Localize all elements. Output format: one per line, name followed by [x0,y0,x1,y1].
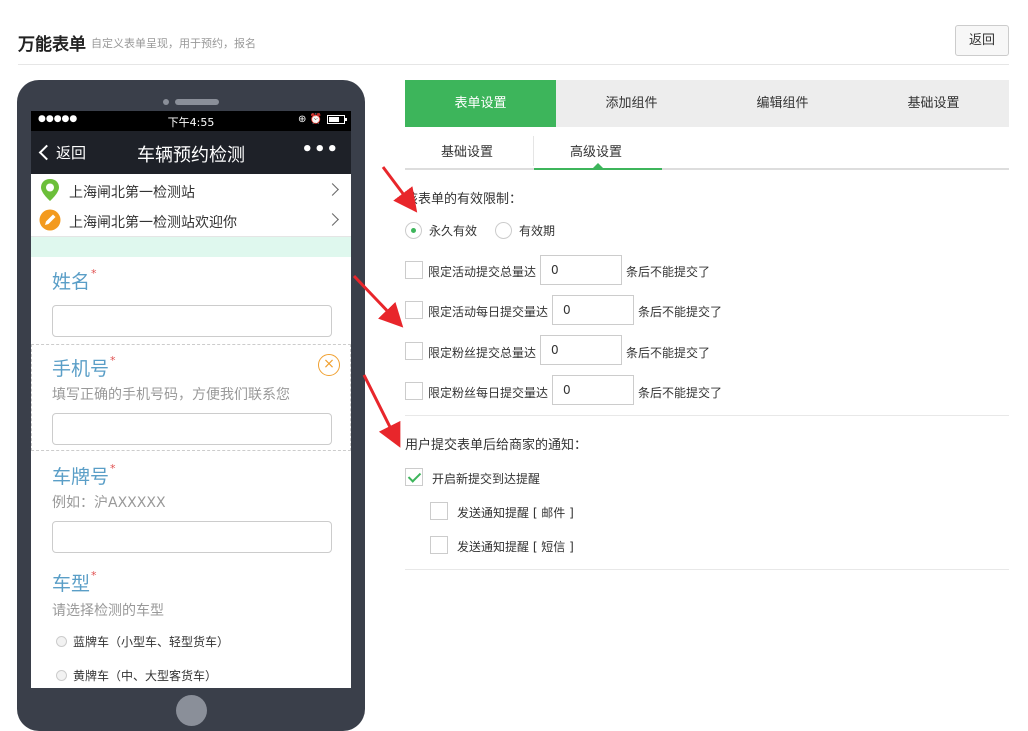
validity-label: 该表单的有效限制： [405,192,523,207]
radio-checked-icon [405,222,422,239]
limit-fan-daily-checkbox[interactable] [405,382,423,400]
back-button[interactable]: 返回 [955,25,1009,56]
main-tabs: 表单设置 添加组件 编辑组件 基础设置 [405,80,1009,127]
tab-form-settings[interactable]: 表单设置 [405,80,556,127]
subtab-divider [533,136,534,166]
limit-daily-label: 限定活动每日提交量达 [428,305,549,319]
header-divider [18,64,1009,65]
notify-main-checkbox[interactable] [405,468,423,486]
phone-speaker [175,99,219,105]
phone-hint: 填写正确的手机号码，方便我们联系您 [52,387,290,403]
phone-nav-bar: 返回 车辆预约检测 ••• [31,131,351,174]
radio-icon [56,670,67,681]
phone-home-button [176,695,207,726]
chevron-right-icon [326,183,339,196]
limit-fan-daily-suffix: 条后不能提交了 [638,386,723,400]
limit-total-label: 限定活动提交总量达 [428,265,537,279]
more-icon[interactable]: ••• [301,139,339,160]
pencil-icon [39,209,61,231]
limit-total-input[interactable] [540,255,622,285]
limit-fan-total-checkbox[interactable] [405,342,423,360]
limit-total-checkbox[interactable] [405,261,423,279]
limit-daily-suffix: 条后不能提交了 [638,305,723,319]
location-pin-icon [41,179,59,201]
notify-email-checkbox[interactable] [430,502,448,520]
limit-fan-total-input[interactable] [540,335,622,365]
section-divider-bottom [405,569,1009,570]
type-option-blue[interactable]: 蓝牌车（小型车、轻型货车） [56,633,229,650]
type-hint: 请选择检测的车型 [52,603,164,619]
subtab-caret-icon [593,163,603,168]
phone-input[interactable] [52,413,332,445]
list-item-location[interactable]: 上海闸北第一检测站 [31,174,351,207]
notify-main-label: 开启新提交到达提醒 [432,472,541,486]
limit-daily-input[interactable] [552,295,634,325]
list-item-welcome[interactable]: 上海闸北第一检测站欢迎你 [31,204,351,237]
name-input[interactable] [52,305,332,337]
subtab-active-indicator [534,168,662,170]
limit-fan-total-suffix: 条后不能提交了 [626,346,711,360]
location-text: 上海闸北第一检测站 [69,185,195,201]
name-label: 姓名* [52,267,97,293]
page-title: 万能表单 [18,35,86,55]
tab-add-component[interactable]: 添加组件 [556,80,707,127]
notify-sms-checkbox[interactable] [430,536,448,554]
notify-sms-label: 发送通知提醒 [ 短信 ] [457,540,574,554]
radio-icon [495,222,512,239]
radio-period[interactable]: 有效期 [495,222,555,239]
type-option-yellow[interactable]: 黄牌车（中、大型客货车） [56,667,217,684]
plate-hint: 例如：沪AXXXXX [52,495,166,511]
limit-daily-checkbox[interactable] [405,301,423,319]
notify-email-label: 发送通知提醒 [ 邮件 ] [457,506,574,520]
plate-label: 车牌号* [52,462,116,488]
subtab-basic[interactable]: 基础设置 [441,141,493,160]
limit-fan-daily-input[interactable] [552,375,634,405]
battery-icon [327,115,347,124]
welcome-text: 上海闸北第一检测站欢迎你 [69,215,237,231]
section-divider [405,415,1009,416]
radio-icon [56,636,67,647]
limit-fan-daily-label: 限定粉丝每日提交量达 [428,386,549,400]
plate-input[interactable] [52,521,332,553]
limit-fan-total-label: 限定粉丝提交总量达 [428,346,537,360]
chevron-right-icon [326,213,339,226]
radio-permanent[interactable]: 永久有效 [405,222,477,239]
red-arrow-icon [362,374,401,448]
green-band [31,237,351,257]
close-icon[interactable]: × [318,354,340,376]
phone-screen: ●●●●● 下午4:55 ⊕ ⏰ 返回 车辆预约检测 ••• 上海闸北第一检测站… [31,111,351,688]
phone-label: 手机号* [52,354,116,380]
notify-label: 用户提交表单后给商家的通知： [405,438,588,453]
page-subtitle: 自定义表单呈现，用于预约，报名 [91,37,256,50]
alarm-icon: ⊕ ⏰ [297,114,322,125]
limit-total-suffix: 条后不能提交了 [626,265,711,279]
subtab-advanced[interactable]: 高级设置 [570,141,622,160]
status-bar: ●●●●● 下午4:55 ⊕ ⏰ [31,111,351,131]
tab-edit-component[interactable]: 编辑组件 [707,80,858,127]
tab-basic-settings[interactable]: 基础设置 [858,80,1009,127]
phone-camera [163,99,169,105]
sub-tabs: 基础设置 高级设置 [405,127,1009,170]
status-icons: ⊕ ⏰ [297,114,347,125]
type-label: 车型* [52,569,97,595]
